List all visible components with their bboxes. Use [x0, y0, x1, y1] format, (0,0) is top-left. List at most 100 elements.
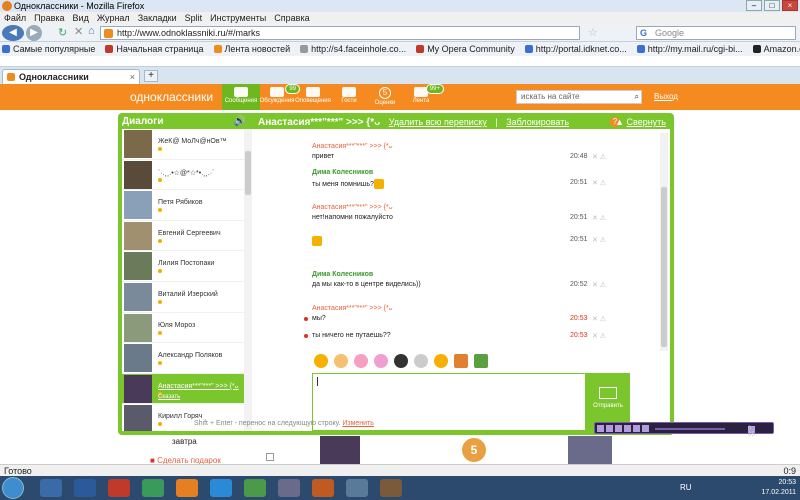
forward-button[interactable]: ▶ [26, 25, 42, 41]
block-user-link[interactable]: Заблокировать [506, 117, 569, 127]
address-bar[interactable]: http://www.odnoklassniki.ru/#/marks [100, 26, 580, 40]
nav-0[interactable]: Сообщения [222, 84, 260, 110]
dialog-item[interactable]: Петя Рябиков [122, 190, 252, 221]
dialog-item[interactable]: Александр Поляков [122, 343, 252, 374]
opera-icon[interactable] [108, 479, 130, 497]
menu-item[interactable]: Журнал [97, 12, 130, 24]
avatar[interactable] [124, 374, 152, 403]
chat-partner-name[interactable]: Анастасия***"***" >>> {*ᴗ [258, 117, 380, 128]
avatar[interactable] [124, 313, 152, 342]
nav-4[interactable]: 5 Оценки [366, 84, 404, 110]
delete-message-icon[interactable]: ✕ ⚠ [592, 315, 606, 323]
player-button-icon[interactable] [624, 425, 631, 432]
home-icon[interactable]: ⌂ [88, 25, 95, 37]
app-icon[interactable] [278, 479, 300, 497]
logout-link[interactable]: Выход [654, 92, 678, 101]
user-photo[interactable] [568, 436, 612, 464]
bookmark-item[interactable]: Лента новостей [213, 42, 290, 56]
user-photo[interactable] [320, 436, 360, 464]
collapse-link[interactable]: ▲ Свернуть [615, 115, 666, 129]
dialog-name[interactable]: Евгений Сергеевич [158, 230, 221, 237]
media-player[interactable]: 0 : 35 [594, 422, 774, 438]
close-window-button[interactable]: × [782, 0, 798, 11]
stop-icon[interactable]: ✕ [74, 25, 83, 38]
avatar[interactable] [124, 160, 152, 189]
dialog-name[interactable]: Анастасия***"***" >>> {*ᴗ [158, 383, 239, 390]
ie-icon[interactable] [74, 479, 96, 497]
gift-icon[interactable] [454, 354, 468, 368]
reload-icon[interactable]: ↻ [58, 26, 67, 39]
new-tab-button[interactable]: + [144, 70, 158, 82]
explorer-icon[interactable] [40, 479, 62, 497]
bookmark-item[interactable]: Amazon.com [752, 42, 800, 56]
messages-scrollbar[interactable] [660, 133, 668, 351]
bookmark-item[interactable]: http://my.mail.ru/cgi-bi... [636, 42, 743, 56]
app-icon[interactable] [346, 479, 368, 497]
player-button-icon[interactable] [615, 425, 622, 432]
site-search-input[interactable]: искать на сайте ⌕ [516, 90, 642, 104]
player-button-icon[interactable] [606, 425, 613, 432]
scroll-thumb[interactable] [661, 187, 667, 347]
player-button-icon[interactable] [642, 425, 649, 432]
avatar[interactable] [124, 344, 152, 373]
delete-message-icon[interactable]: ✕ ⚠ [592, 332, 606, 340]
bookmark-item[interactable]: http://s4.faceinhole.co... [300, 42, 406, 56]
bookmark-item[interactable]: My Opera Community [416, 42, 515, 56]
heart-icon[interactable] [354, 354, 368, 368]
message-author[interactable]: Дима Колесников [312, 169, 612, 176]
clock[interactable]: 20:53 17.02.2011 [761, 478, 796, 498]
dialog-name[interactable]: Петя Рябиков [158, 199, 203, 206]
dialog-item[interactable]: Юля Мороз [122, 313, 252, 344]
pencil-icon[interactable] [474, 354, 488, 368]
bookmark-item[interactable]: Начальная страница [105, 42, 204, 56]
skype-icon[interactable] [210, 479, 232, 497]
app-icon[interactable] [380, 479, 402, 497]
message-author[interactable]: Дима Колесников [312, 271, 612, 278]
avatar[interactable] [124, 130, 152, 158]
search-box[interactable]: G Google [636, 26, 796, 40]
change-hint-link[interactable]: Изменить [342, 420, 374, 427]
checkbox[interactable] [266, 453, 274, 461]
smiley-icon[interactable] [314, 354, 328, 368]
media-icon[interactable] [142, 479, 164, 497]
start-button[interactable] [2, 477, 24, 499]
dialog-item[interactable]: Лилия Постопаки [122, 251, 252, 282]
dialog-name[interactable]: Александр Поляков [158, 352, 222, 359]
tab-close-icon[interactable]: × [130, 70, 135, 84]
scroll-thumb[interactable] [245, 151, 251, 195]
firefox-icon[interactable] [176, 479, 198, 497]
nav-5[interactable]: Лента 99+ [402, 84, 444, 110]
seek-bar[interactable] [655, 428, 725, 430]
dialog-name[interactable]: Юля Мороз [158, 322, 195, 329]
app-icon[interactable] [312, 479, 334, 497]
menu-item[interactable]: Инструменты [210, 12, 266, 24]
avatar[interactable] [124, 282, 152, 311]
dialog-name[interactable]: Виталий Изерский [158, 291, 218, 298]
player-button-icon[interactable] [633, 425, 640, 432]
bookmark-item[interactable]: Самые популярные [2, 42, 95, 56]
message-author[interactable]: Анастасия***"***" >>> {*ᴗ [312, 204, 612, 211]
delete-message-icon[interactable]: ✕ ⚠ [592, 179, 606, 187]
menu-item[interactable]: Правка [34, 12, 64, 24]
dialog-item[interactable]: `·.¸¸.•☆@*☆*•.¸¸.·` [122, 160, 252, 191]
nav-3[interactable]: Гости [330, 84, 368, 110]
delete-conversation-link[interactable]: Удалить всю переписку [389, 117, 487, 127]
menu-item[interactable]: Справка [274, 12, 309, 24]
dialog-item[interactable]: ЖеК@ МоЛч@нОв™ [122, 129, 252, 160]
message-author[interactable]: Анастасия***"***" >>> {*ᴗ [312, 143, 612, 150]
dialog-name[interactable]: Лилия Постопаки [158, 260, 214, 267]
dialog-name[interactable]: ЖеК@ МоЛч@нОв™ [158, 138, 227, 145]
delete-message-icon[interactable]: ✕ ⚠ [592, 214, 606, 222]
delete-message-icon[interactable]: ✕ ⚠ [592, 153, 606, 161]
dialog-name[interactable]: `·.¸¸.•☆@*☆*•.¸¸.·` [158, 169, 214, 177]
say-link[interactable]: Сказать [158, 394, 180, 400]
delete-message-icon[interactable]: ✕ ⚠ [592, 281, 606, 289]
avatar[interactable] [124, 221, 152, 250]
sound-icon[interactable]: 🔊 [234, 115, 246, 129]
app-icon[interactable] [244, 479, 266, 497]
dialog-item[interactable]: Евгений Сергеевич [122, 221, 252, 252]
tab-odnoklassniki[interactable]: Одноклассники × [2, 69, 140, 85]
minimize-button[interactable]: – [746, 0, 762, 11]
site-logo[interactable]: одноклассники [130, 90, 213, 104]
dialog-item[interactable]: Анастасия***"***" >>> {*ᴗ Сказать [122, 373, 252, 405]
